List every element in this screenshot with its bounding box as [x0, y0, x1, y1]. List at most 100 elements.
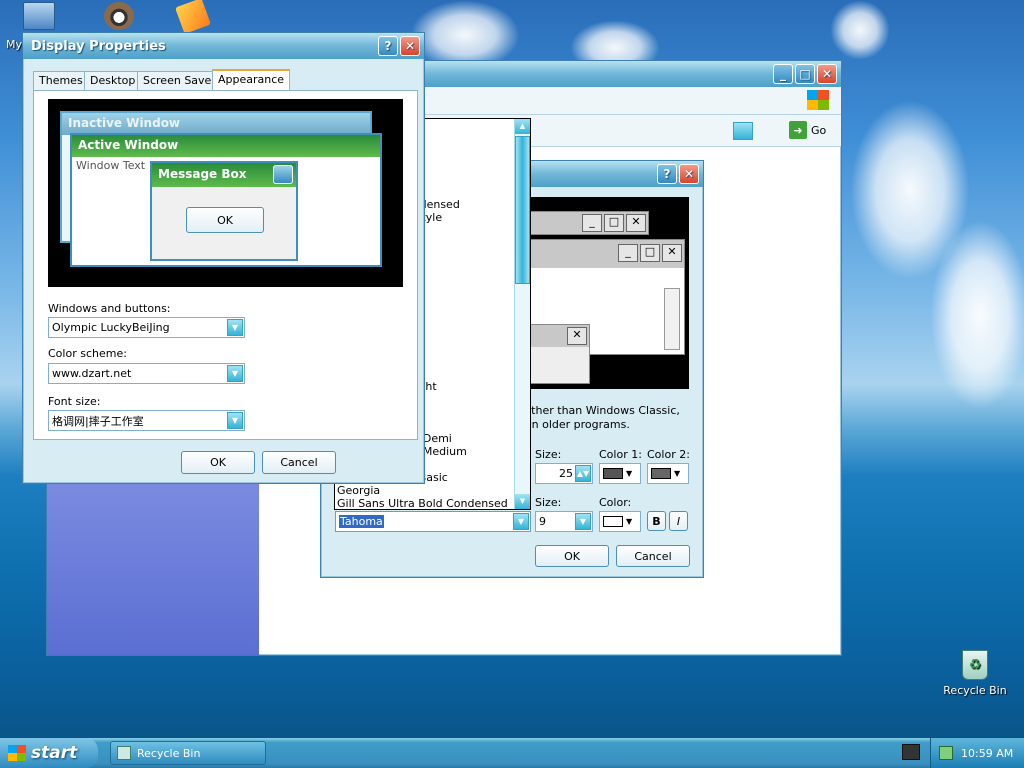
tab-appearance[interactable]: Appearance	[212, 69, 291, 91]
preview-inactive-window[interactable]: _ □ ✕	[529, 211, 649, 235]
start-button[interactable]: start	[0, 738, 98, 768]
font-color-picker[interactable]: ▼	[599, 511, 641, 532]
help-button[interactable]: ?	[657, 164, 677, 184]
color2-label: Color 2:	[647, 448, 690, 461]
advanced-cancel-button[interactable]: Cancel	[616, 545, 690, 567]
italic-toggle[interactable]: I	[669, 511, 688, 531]
preview-message-box[interactable]: Message Box OK	[150, 161, 298, 261]
recycle-bin-icon	[117, 746, 131, 760]
advanced-ok-button[interactable]: OK	[535, 545, 609, 567]
classic-notice-line1: ng other than Windows Classic,	[507, 404, 680, 417]
scroll-thumb[interactable]	[515, 136, 530, 284]
display-properties-dialog[interactable]: Display Properties ? ✕ Themes Desktop Sc…	[22, 32, 425, 484]
desktop-icon-recycle-bin[interactable]: ♻ Recycle Bin	[940, 650, 1010, 697]
system-tray: 10:59 AM	[930, 738, 1024, 768]
address-dropdown-arrow[interactable]	[733, 122, 753, 140]
cloud	[930, 220, 1024, 410]
tab-desktop[interactable]: Desktop	[84, 71, 142, 90]
tab-themes[interactable]: Themes	[33, 71, 89, 90]
font-size-label: Font size:	[48, 395, 101, 408]
preview-minimize-icon: _	[618, 244, 638, 262]
minimize-button[interactable]: _	[773, 64, 793, 84]
desktop-icon-app[interactable]	[158, 0, 228, 34]
chevron-down-icon: ▼	[674, 469, 681, 478]
font-select[interactable]: Tahoma ▼	[335, 511, 531, 532]
preview-ok-button[interactable]: OK	[186, 207, 264, 233]
preview-maximize-icon: □	[640, 244, 660, 262]
desktop-icon-my-computer[interactable]: My	[4, 2, 74, 51]
preview-minimize-icon: _	[582, 214, 602, 232]
appearance-preview[interactable]: Inactive Window Active Window Window Tex…	[48, 99, 403, 287]
font-list-scrollbar[interactable]: ▲ ▼	[514, 119, 530, 509]
color-scheme-select[interactable]: www.dzart.net ▼	[48, 363, 245, 384]
pencil-app-icon	[175, 0, 211, 34]
preview-close-icon	[273, 165, 293, 184]
go-arrow-icon[interactable]: ➜	[789, 121, 807, 139]
ok-button[interactable]: OK	[181, 451, 255, 474]
windows-buttons-label: Windows and buttons:	[48, 302, 171, 315]
preview-close-icon: ✕	[626, 214, 646, 232]
close-button[interactable]: ✕	[679, 164, 699, 184]
color2-picker[interactable]: ▼	[647, 463, 689, 484]
font-list-item[interactable]: Gill Sans Ultra Bold Condensed	[335, 497, 515, 510]
cancel-button[interactable]: Cancel	[262, 451, 336, 474]
windows-logo-icon	[807, 90, 829, 110]
windows-flag-icon	[8, 745, 26, 761]
item-size-spinner[interactable]: 25 ▲▼	[535, 463, 593, 484]
cloud	[830, 0, 890, 60]
preview-active-window[interactable]: _ □ ✕ ✕	[529, 239, 685, 384]
desktop-icon-label: My	[6, 38, 23, 51]
color1-label: Color 1:	[599, 448, 642, 461]
preview-active-titlebar: _ □ ✕	[530, 240, 684, 268]
chevron-down-icon[interactable]: ▼	[227, 319, 243, 336]
scroll-down-icon[interactable]: ▼	[515, 494, 530, 509]
font-size-combo[interactable]: 9 ▼	[535, 511, 593, 532]
font-color-swatch	[603, 516, 623, 527]
chevron-down-icon[interactable]: ▼	[575, 513, 591, 530]
display-properties-titlebar[interactable]: Display Properties ? ✕	[23, 33, 424, 59]
spinner-arrows-icon[interactable]: ▲▼	[575, 465, 591, 482]
taskbar-task-recycle-bin[interactable]: Recycle Bin	[110, 741, 266, 765]
chevron-down-icon[interactable]: ▼	[513, 513, 529, 530]
preview-close-icon: ✕	[567, 327, 587, 345]
tab-screen-saver[interactable]: Screen Saver	[137, 71, 222, 90]
chevron-down-icon[interactable]: ▼	[227, 412, 243, 429]
clock[interactable]: 10:59 AM	[961, 747, 1013, 760]
item-size-label: Size:	[535, 448, 562, 461]
desktop-icon-raccoon[interactable]	[84, 2, 154, 30]
close-button[interactable]: ✕	[400, 36, 420, 56]
network-icon[interactable]	[939, 746, 953, 760]
recycle-bin-icon: ♻	[962, 650, 988, 680]
tab-panel: Inactive Window Active Window Window Tex…	[33, 90, 418, 440]
windows-buttons-select[interactable]: Olympic LuckyBeiJing ▼	[48, 317, 245, 338]
recycle-bin-label: Recycle Bin	[943, 684, 1007, 697]
task-pane	[47, 481, 259, 655]
advanced-preview[interactable]: _ □ ✕ _ □ ✕ ✕	[521, 197, 689, 389]
color1-picker[interactable]: ▼	[599, 463, 641, 484]
computer-icon	[23, 2, 55, 30]
chevron-down-icon: ▼	[626, 517, 633, 526]
preview-active-title: Active Window	[72, 135, 380, 157]
preview-message-box: ✕	[530, 324, 590, 384]
font-color-label: Color:	[599, 496, 632, 509]
raccoon-icon	[104, 2, 134, 30]
preview-scrollbar	[664, 288, 680, 350]
bold-toggle[interactable]: B	[647, 511, 666, 531]
go-button[interactable]: Go	[811, 124, 826, 137]
preview-inactive-title: Inactive Window	[62, 113, 370, 135]
keyboard-icon[interactable]	[902, 744, 920, 760]
color-scheme-label: Color scheme:	[48, 347, 127, 360]
close-button[interactable]: ✕	[817, 64, 837, 84]
taskbar: start Recycle Bin 10:59 AM	[0, 738, 1024, 768]
dialog-title: Display Properties	[31, 38, 166, 54]
preview-message-titlebar: Message Box	[152, 163, 296, 187]
help-button[interactable]: ?	[378, 36, 398, 56]
chevron-down-icon[interactable]: ▼	[227, 365, 243, 382]
font-size-select[interactable]: 格调网|摔子工作室 ▼	[48, 410, 245, 431]
scroll-up-icon[interactable]: ▲	[515, 119, 530, 134]
maximize-button[interactable]: □	[795, 64, 815, 84]
color2-swatch	[651, 468, 671, 479]
font-list-item[interactable]: Georgia	[335, 484, 515, 497]
color1-swatch	[603, 468, 623, 479]
font-size-label: Size:	[535, 496, 562, 509]
